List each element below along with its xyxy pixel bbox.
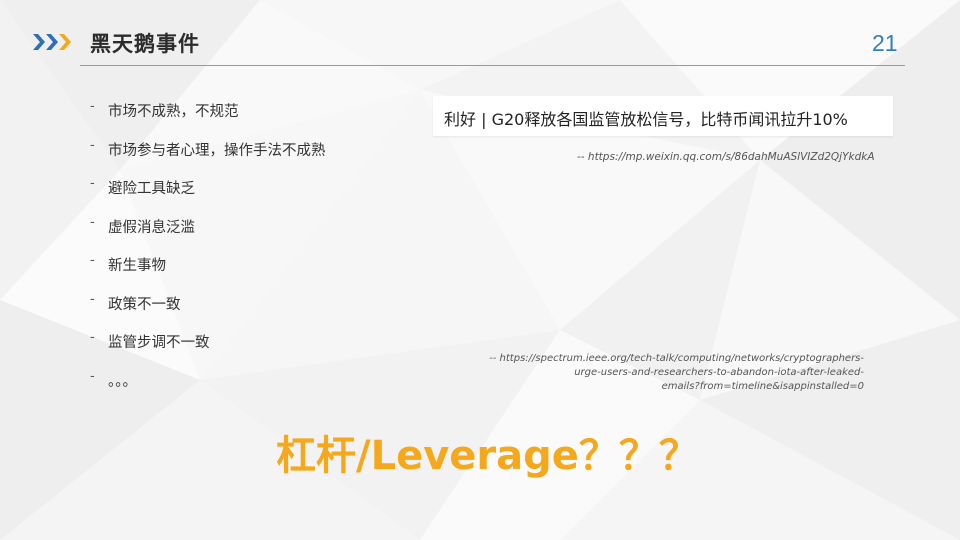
header-divider [80, 65, 905, 66]
source-link-line: emails?from=timeline&isappinstalled=0 [661, 381, 864, 392]
bullet-marker: - [90, 176, 95, 191]
bullet-marker: - [90, 330, 95, 345]
page-number: 21 [872, 30, 898, 56]
bullet-text: 市场不成熟，不规范 [108, 104, 239, 120]
bullet-text: 新生事物 [108, 258, 166, 274]
bullet-marker: - [90, 99, 95, 114]
news-headline: 利好 | G20释放各国监管放松信号，比特币闻讯拉升10% [444, 110, 848, 129]
source-link-weixin[interactable]: -- https://mp.weixin.qq.com/s/86dahMuASl… [577, 151, 875, 163]
bullet-item: - 监管步调不一致 [90, 323, 420, 362]
source-link-ieee[interactable]: -- https://spectrum.ieee.org/tech-talk/c… [444, 352, 864, 394]
chevron-logo-icon [33, 34, 71, 50]
bullet-marker: - [90, 291, 95, 307]
source-link-line: -- https://spectrum.ieee.org/tech-talk/c… [489, 353, 864, 364]
bullet-text: 市场参与者心理，操作手法不成熟 [108, 142, 326, 159]
bullet-item: - 。。。 [90, 362, 420, 401]
bullet-text: 监管步调不一致 [108, 335, 210, 351]
bullet-list: - 市场不成熟，不规范 - 市场参与者心理，操作手法不成熟 - 避险工具缺乏 -… [90, 92, 420, 400]
bullet-text: 。。。 [108, 373, 137, 390]
bullet-marker: - [90, 368, 95, 384]
bullet-item: - 避险工具缺乏 [90, 169, 420, 208]
news-headline-box: 利好 | G20释放各国监管放松信号，比特币闻讯拉升10% [433, 96, 893, 136]
bullet-text: 政策不一致 [108, 296, 181, 313]
bullet-marker: - [90, 137, 95, 153]
leverage-question: 杠杆/Leverage？？？ [276, 433, 699, 479]
bullet-text: 避险工具缺乏 [108, 181, 195, 197]
slide: 黑天鹅事件 21 - 市场不成熟，不规范 - 市场参与者心理，操作手法不成熟 -… [0, 0, 960, 540]
bullet-item: - 市场参与者心理，操作手法不成熟 [90, 131, 420, 170]
bullet-marker: - [90, 214, 95, 230]
source-link-line: urge-users-and-researchers-to-abandon-io… [574, 367, 864, 378]
slide-title: 黑天鹅事件 [90, 32, 200, 56]
bullet-marker: - [90, 253, 95, 268]
bullet-item: - 政策不一致 [90, 285, 420, 324]
bullet-item: - 新生事物 [90, 246, 420, 285]
bullet-text: 虚假消息泛滥 [108, 219, 195, 236]
bullet-item: - 市场不成熟，不规范 [90, 92, 420, 131]
bullet-item: - 虚假消息泛滥 [90, 208, 420, 247]
